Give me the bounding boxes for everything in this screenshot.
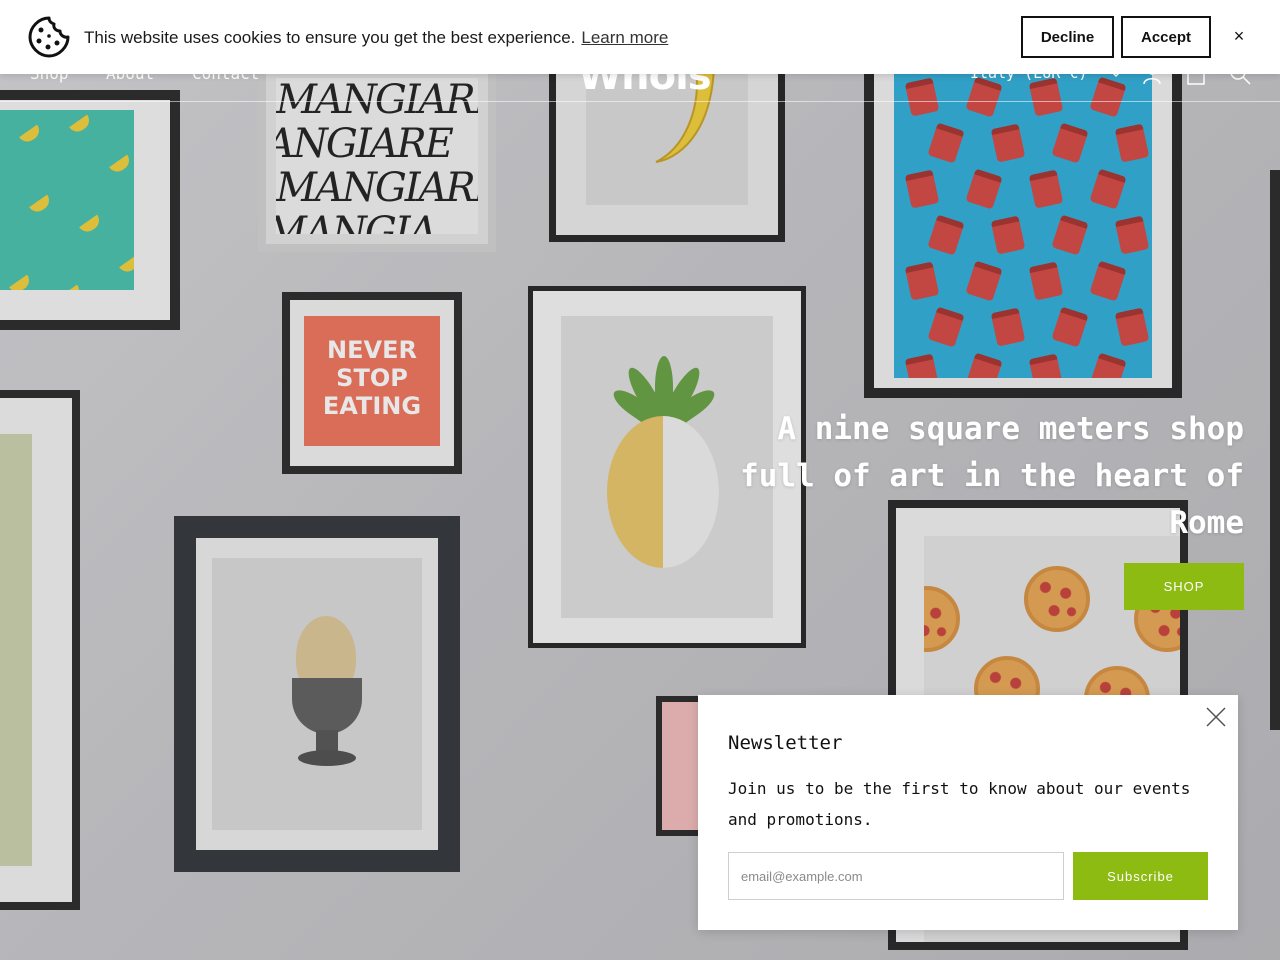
learn-more-link[interactable]: Learn more	[581, 28, 668, 47]
hero-headline: A nine square meters shop full of art in…	[740, 411, 1244, 541]
newsletter-title: Newsletter	[728, 732, 843, 754]
cookie-close-button[interactable]: ×	[1228, 24, 1250, 48]
cookie-icon	[28, 16, 70, 58]
cookie-consent-bar: This website uses cookies to ensure you …	[0, 0, 1280, 74]
close-icon[interactable]	[1204, 705, 1228, 729]
cookie-message-text: This website uses cookies to ensure you …	[84, 28, 576, 47]
decline-button[interactable]: Decline	[1021, 16, 1114, 58]
newsletter-description: Join us to be the first to know about ou…	[728, 779, 1191, 829]
cookie-message: This website uses cookies to ensure you …	[84, 28, 668, 48]
shop-button[interactable]: SHOP	[1124, 563, 1244, 610]
subscribe-button[interactable]: Subscribe	[1073, 852, 1208, 900]
email-field[interactable]	[728, 852, 1064, 900]
accept-button[interactable]: Accept	[1121, 16, 1211, 58]
newsletter-popup: Newsletter Join us to be the first to kn…	[698, 695, 1238, 930]
